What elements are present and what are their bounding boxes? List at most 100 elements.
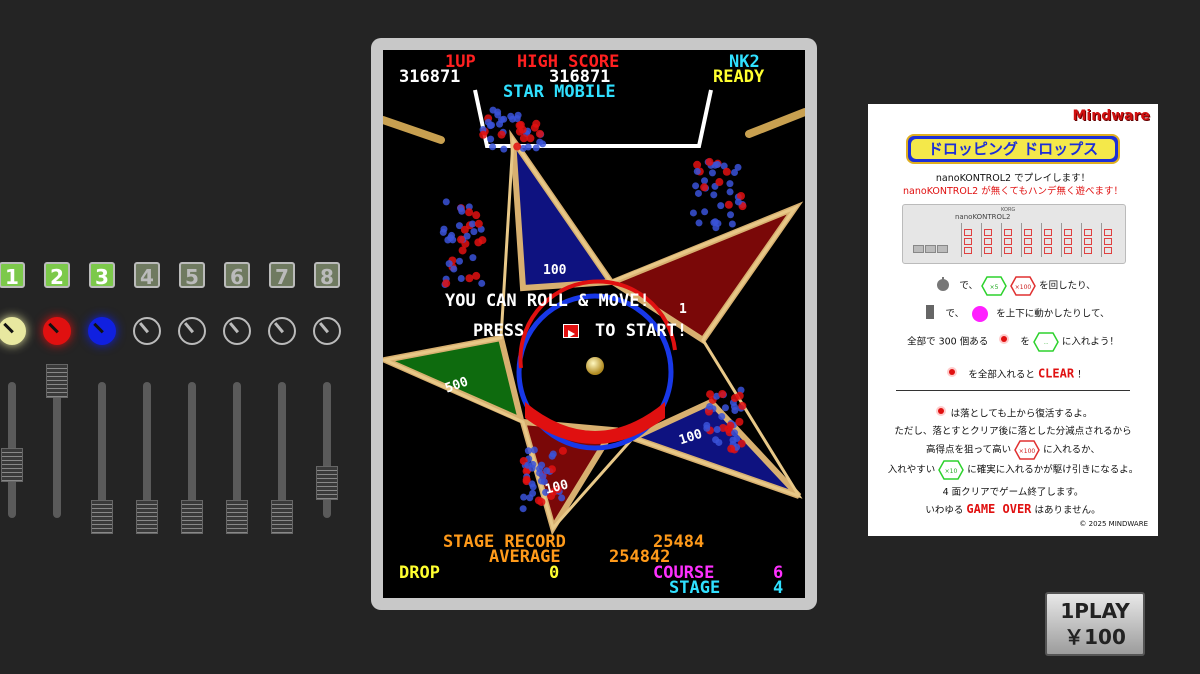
drop	[701, 208, 709, 216]
drop	[532, 119, 541, 128]
channel-5-fader[interactable]	[181, 500, 203, 534]
instr-knob-text-a: で、	[959, 280, 978, 292]
channel-7-knob[interactable]	[268, 317, 296, 345]
drop	[465, 274, 474, 283]
drop	[726, 180, 734, 188]
drop	[715, 438, 723, 446]
instr-fader-row: で、 を上下に動かしたりして、	[868, 304, 1158, 324]
channel-1-button[interactable]: 1	[0, 262, 25, 289]
channel-4-knob[interactable]	[133, 317, 161, 345]
red-drop-icon	[991, 332, 1017, 352]
stage-label: STAGE	[669, 578, 721, 598]
drop	[516, 120, 525, 129]
game-over-word: GAME OVER	[966, 502, 1032, 516]
device-channel-strip	[961, 223, 976, 257]
channel-6-fader[interactable]	[226, 500, 248, 534]
channel-5-knob[interactable]	[178, 317, 206, 345]
prompt-roll: YOU CAN ROLL & MOVE!	[445, 291, 650, 311]
drop-value: 0	[549, 563, 560, 583]
channel-4-button[interactable]: 4	[134, 262, 160, 289]
drop	[726, 188, 734, 196]
game-logo: ドロッピング ドロップス	[906, 134, 1120, 164]
channel-5-fader-track	[188, 382, 196, 518]
drop	[472, 271, 481, 280]
channel-1-knob[interactable]	[0, 317, 26, 345]
drop	[455, 257, 463, 265]
channel-8-knob[interactable]	[313, 317, 341, 345]
channel-3-knob[interactable]	[88, 317, 116, 345]
device-button	[1084, 247, 1092, 254]
drop	[713, 425, 721, 433]
drop	[692, 182, 700, 190]
drop	[538, 461, 546, 469]
playfield	[383, 89, 805, 536]
instr-goal-text-c: に入れよう！	[1061, 336, 1119, 348]
device-button	[1104, 247, 1112, 254]
drop	[717, 202, 725, 210]
drop	[445, 260, 453, 268]
drop	[724, 200, 733, 209]
rule-line6: いわゆる GAME OVER はありません。	[868, 502, 1158, 516]
rule-line4: 入れやすい ×10 に確実に入れるかが駆け引きになるよ。	[868, 460, 1158, 480]
channel-2-button[interactable]: 2	[44, 262, 70, 289]
knob-pointer	[228, 322, 240, 334]
device-button	[1064, 238, 1072, 245]
knob-pointer	[93, 322, 104, 334]
red-drop-icon-2	[939, 365, 965, 385]
channel-3-fader[interactable]	[91, 500, 113, 534]
game-screen[interactable]: 1UP HIGH SCORE NK2 316871 316871 READY S…	[383, 50, 805, 598]
rule-line2: ただし、落とすとクリア後に落とした分減点されるから	[894, 426, 1132, 437]
device-button	[1004, 238, 1012, 245]
device-button	[984, 247, 992, 254]
center-ball	[586, 357, 604, 375]
drop	[701, 177, 709, 185]
device-button	[984, 238, 992, 245]
card-line2: nanoKONTROL2 が無くてもハンデ無く遊べます！	[903, 186, 1123, 197]
drop	[695, 219, 703, 227]
channel-6-button[interactable]: 6	[224, 262, 250, 289]
drop	[694, 189, 702, 197]
pocket-value-right: 1	[679, 302, 687, 317]
channel-7-button[interactable]: 7	[269, 262, 295, 289]
device-channel-strip	[1081, 223, 1096, 257]
device-name: nanoKONTROL2	[955, 213, 1011, 221]
channel-4-fader[interactable]	[136, 500, 158, 534]
pocket-value-top: 100	[543, 263, 567, 278]
drop	[689, 209, 697, 217]
rule-text6b: はありません。	[1034, 505, 1101, 516]
coin-insert-button[interactable]: 1PLAY ￥100	[1045, 592, 1145, 656]
instr-fader-text-a: で、	[945, 308, 965, 320]
device-channel-strip	[1001, 223, 1016, 257]
rule-text3a: 高得点を狙って高い	[926, 444, 1012, 456]
channel-2-fader[interactable]	[46, 364, 68, 398]
drop	[727, 444, 736, 453]
channel-8-button[interactable]: 8	[314, 262, 340, 289]
rule-text3b: に入れるか、	[1043, 444, 1100, 456]
device-button	[984, 229, 992, 236]
channel-3-button[interactable]: 3	[89, 262, 115, 289]
svg-text:×100: ×100	[1015, 284, 1032, 291]
device-channel-strip	[1021, 223, 1036, 257]
device-channel-strip	[1041, 223, 1056, 257]
channel-1-fader[interactable]	[1, 448, 23, 483]
channel-7-fader[interactable]	[271, 500, 293, 534]
drop	[439, 228, 447, 236]
channel-8-fader[interactable]	[316, 466, 338, 500]
stage-title: STAR MOBILE	[503, 82, 616, 102]
drop	[494, 111, 502, 119]
fader-icon	[917, 304, 943, 324]
channel-5-button[interactable]: 5	[179, 262, 205, 289]
magenta-drop-icon	[967, 304, 993, 324]
drop	[522, 475, 531, 484]
device-button	[1084, 238, 1092, 245]
channel-6-knob[interactable]	[223, 317, 251, 345]
drop	[489, 143, 497, 151]
channel-2-knob[interactable]	[43, 317, 71, 345]
instr-knob-row: で、 ×5 ×100 を回したり、	[868, 276, 1158, 296]
drop	[520, 493, 528, 501]
device-button	[1044, 238, 1052, 245]
ready-status: READY	[713, 67, 765, 87]
drop	[728, 220, 736, 228]
clear-word: CLEAR	[1037, 366, 1075, 381]
brand-logo: Mindware	[1072, 108, 1151, 124]
